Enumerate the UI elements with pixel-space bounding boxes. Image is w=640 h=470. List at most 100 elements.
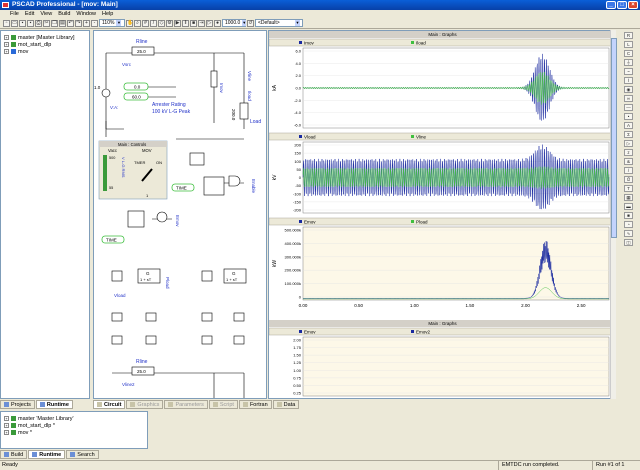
paste-icon[interactable]: ▤ [59,19,66,27]
time-select[interactable]: 1000.0 ▼ [222,19,247,27]
circuit-canvas[interactable]: Rline 25.0 Vsrc Imov Vline Iload 200.0 L… [93,30,267,399]
palette-switch-icon[interactable]: / [624,167,633,174]
tab-parameters[interactable]: Parameters [164,400,208,409]
palette-transformer-icon[interactable]: ∞ [624,95,633,102]
pause-icon[interactable]: ‖ [182,19,189,27]
tab-circuit[interactable]: Circuit [93,400,126,409]
tree-item[interactable]: + mov [1,48,89,55]
expand-icon[interactable]: + [4,430,9,435]
expand-icon[interactable]: + [4,42,9,47]
palette-timer-icon[interactable]: ⏱ [624,176,633,183]
menu-edit[interactable]: Edit [25,10,34,18]
integrator-block[interactable] [127,210,145,228]
palette-label-icon[interactable]: A [624,122,633,129]
graphs-svg[interactable]: Imov Iload 6.0 4.0 2.0 0.0 -2.0 -4.0 -6.0 kA Vload… [269,31,615,399]
menu-file[interactable]: File [10,10,19,18]
tab-data[interactable]: Data [272,400,300,409]
tab-graphics[interactable]: Graphics [126,400,164,409]
and-gate[interactable] [228,175,241,187]
palette-plot-icon[interactable]: ∿ [624,230,633,237]
minimize-button[interactable]: _ [606,1,616,9]
palette-gain-icon[interactable]: ▷ [624,140,633,147]
palette-breaker-icon[interactable]: ⌇ [624,77,633,84]
tab-runtime-output[interactable]: Runtime [28,450,66,459]
tree-item[interactable]: + mot_start_dlp [1,41,89,48]
source-icon[interactable] [101,88,111,98]
pan-icon[interactable]: ✋ [126,19,133,27]
redo-icon[interactable]: ↷ [75,19,82,27]
record-icon[interactable]: ● [214,19,221,27]
palette-scope-icon[interactable]: ◫ [624,239,633,246]
step-icon[interactable]: ⇥ [198,19,205,27]
palette-button-icon[interactable]: ■ [624,212,633,219]
tree-item[interactable]: + master 'Master Library' [1,415,147,422]
graphs-scrollbar[interactable] [610,30,617,399]
tree-item[interactable]: + mot_start_dlp * [1,422,147,429]
multiply-block[interactable] [111,270,123,282]
copy-icon[interactable]: ❐ [51,19,58,27]
palette-capacitor-icon[interactable]: C [624,50,633,57]
expand-icon[interactable]: + [4,35,9,40]
palette-graph-icon[interactable]: ▦ [624,194,633,201]
menu-build[interactable]: Build [58,10,70,18]
palette-select[interactable]: <Default> ▼ [255,19,303,27]
palette-wire-icon[interactable]: — [624,104,633,111]
circuit-drawing[interactable]: Rline 25.0 Vsrc Imov Vline Iload 200.0 L… [94,31,267,399]
zoom-in-icon[interactable]: + [83,19,90,27]
multiplier-icon[interactable] [156,211,168,223]
tab-runtime[interactable]: Runtime [35,400,73,409]
wire-icon[interactable]: / [150,19,157,27]
new-icon[interactable]: ▫ [3,19,10,27]
close-button[interactable]: × [628,1,638,9]
palette-delay-icon[interactable]: z [624,149,633,156]
build-icon[interactable]: ⚙ [166,19,173,27]
undo-icon[interactable]: ↶ [67,19,74,27]
tab-search[interactable]: Search [66,450,99,459]
cut-icon[interactable]: ✂ [43,19,50,27]
palette-logic-icon[interactable]: & [624,158,633,165]
open-icon[interactable]: ▭ [11,19,18,27]
multiply-block-2[interactable] [201,270,213,282]
tab-fortran[interactable]: Fortran [238,400,272,409]
tree-item[interactable]: + mov * [1,429,147,436]
mov-arrester[interactable] [210,70,218,88]
save-icon[interactable]: ▪ [19,19,26,27]
palette-sum-icon[interactable]: Σ [624,131,633,138]
zoom-select[interactable]: 110% ▼ [99,19,125,27]
vacc-slider[interactable] [103,155,107,191]
expand-icon[interactable]: + [4,423,9,428]
app-icon[interactable] [2,2,9,8]
palette-text-icon[interactable]: T [624,185,633,192]
maximize-button[interactable]: □ [617,1,627,9]
palette-slider-icon[interactable]: ▬ [624,203,633,210]
comparator-block[interactable] [189,152,205,166]
menu-help[interactable]: Help [102,10,113,18]
zoom-region-icon[interactable]: ⌕ [134,19,141,27]
reset-icon[interactable]: ↺ [247,19,254,27]
palette-meter-icon[interactable]: ◉ [624,86,633,93]
component-icon[interactable]: ◇ [158,19,165,27]
load-resistor[interactable] [239,102,249,120]
save-all-icon[interactable]: ▪ [27,19,34,27]
run-icon[interactable]: ▶ [174,19,181,27]
palette-node-icon[interactable]: • [624,113,633,120]
grid-icon[interactable]: # [142,19,149,27]
tab-script[interactable]: Script [208,400,238,409]
tab-build[interactable]: Build [0,450,28,459]
palette-ground-icon[interactable]: ⏚ [624,59,633,66]
expand-icon[interactable]: + [4,49,9,54]
print-icon[interactable]: ⎙ [35,19,42,27]
timer-block[interactable] [203,176,225,196]
expand-icon[interactable]: + [4,416,9,421]
palette-source-icon[interactable]: ~ [624,68,633,75]
play-icon[interactable]: ▷ [206,19,213,27]
menu-window[interactable]: Window [76,10,96,18]
palette-resistor-icon[interactable]: R [624,32,633,39]
graphs-panel[interactable]: Main : Graphs Imov Iload 6.0 4.0 2.0 0.0 -2.0 -… [268,30,615,399]
tab-projects[interactable]: Projects [0,400,35,409]
zoom-out-icon[interactable]: - [91,19,98,27]
tree-item[interactable]: + master [Master Library] [1,34,89,41]
palette-inductor-icon[interactable]: L [624,41,633,48]
palette-dial-icon[interactable]: ◔ [624,221,633,228]
stop-icon[interactable]: ■ [190,19,197,27]
